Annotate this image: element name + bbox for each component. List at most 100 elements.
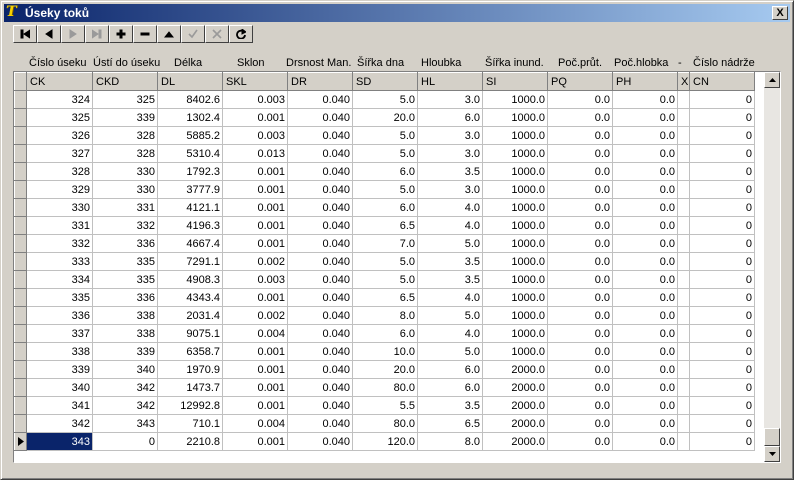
cell-ph[interactable]: 0.0 (612, 198, 678, 217)
cell-si[interactable]: 1000.0 (482, 342, 548, 361)
cell-cn[interactable]: 0 (689, 180, 755, 199)
cell-x[interactable] (677, 144, 690, 163)
table-row[interactable]: 335 336 4343.4 0.001 0.040 6.5 4.0 1000.0 0.0 0.0… (14, 288, 755, 307)
column-header-hl[interactable]: HL (417, 72, 483, 91)
table-row[interactable]: 338 339 6358.7 0.001 0.040 10.0 5.0 1000.0 0.0 0.… (14, 342, 755, 361)
cell-cn[interactable]: 0 (689, 432, 755, 451)
cell-si[interactable]: 2000.0 (482, 414, 548, 433)
cell-ck[interactable]: 328 (26, 162, 93, 181)
scroll-up-button[interactable] (764, 72, 780, 88)
cell-sd[interactable]: 5.0 (352, 126, 418, 145)
cell-dl[interactable]: 3777.9 (157, 180, 223, 199)
title-bar[interactable]: T Úseky toků X (4, 4, 790, 22)
table-row[interactable]: 341 342 12992.8 0.001 0.040 5.5 3.5 2000.0 0.0 0.… (14, 396, 755, 415)
cell-si[interactable]: 1000.0 (482, 252, 548, 271)
cell-ckd[interactable]: 332 (92, 216, 158, 235)
cell-dr[interactable]: 0.040 (287, 342, 353, 361)
cell-sd[interactable]: 5.0 (352, 144, 418, 163)
cell-cn[interactable]: 0 (689, 378, 755, 397)
cell-ph[interactable]: 0.0 (612, 342, 678, 361)
cell-ck[interactable]: 343 (26, 432, 93, 451)
cell-x[interactable] (677, 432, 690, 451)
cell-dr[interactable]: 0.040 (287, 90, 353, 109)
row-indicator[interactable] (14, 252, 27, 271)
cell-si[interactable]: 2000.0 (482, 432, 548, 451)
table-row[interactable]: 336 338 2031.4 0.002 0.040 8.0 5.0 1000.0 0.0 0.0… (14, 306, 755, 325)
column-header-ph[interactable]: PH (612, 72, 678, 91)
cell-ck[interactable]: 332 (26, 234, 93, 253)
cell-pq[interactable]: 0.0 (547, 180, 613, 199)
cell-skl[interactable]: 0.001 (222, 396, 288, 415)
cell-sd[interactable]: 10.0 (352, 342, 418, 361)
cell-si[interactable]: 1000.0 (482, 198, 548, 217)
cell-x[interactable] (677, 378, 690, 397)
cell-si[interactable]: 1000.0 (482, 306, 548, 325)
cell-sd[interactable]: 120.0 (352, 432, 418, 451)
cell-ck[interactable]: 336 (26, 306, 93, 325)
cell-hl[interactable]: 5.0 (417, 234, 483, 253)
cell-cn[interactable]: 0 (689, 270, 755, 289)
cell-pq[interactable]: 0.0 (547, 270, 613, 289)
cell-ck[interactable]: 333 (26, 252, 93, 271)
cell-hl[interactable]: 8.0 (417, 432, 483, 451)
cell-ckd[interactable]: 335 (92, 252, 158, 271)
cell-sd[interactable]: 6.0 (352, 324, 418, 343)
cell-pq[interactable]: 0.0 (547, 432, 613, 451)
table-row[interactable]: 324 325 8402.6 0.003 0.040 5.0 3.0 1000.0 0.0 0.0… (14, 90, 755, 109)
table-row[interactable]: 332 336 4667.4 0.001 0.040 7.0 5.0 1000.0 0.0 0.0… (14, 234, 755, 253)
cell-skl[interactable]: 0.001 (222, 342, 288, 361)
cell-x[interactable] (677, 162, 690, 181)
cell-dr[interactable]: 0.040 (287, 108, 353, 127)
post-record-button[interactable] (181, 25, 205, 43)
cell-dl[interactable]: 2210.8 (157, 432, 223, 451)
cell-pq[interactable]: 0.0 (547, 144, 613, 163)
cell-skl[interactable]: 0.002 (222, 306, 288, 325)
table-row[interactable]: 329 330 3777.9 0.001 0.040 5.0 3.0 1000.0 0.0 0.0… (14, 180, 755, 199)
cell-cn[interactable]: 0 (689, 252, 755, 271)
cell-ckd[interactable]: 339 (92, 108, 158, 127)
close-button[interactable]: X (772, 6, 788, 20)
cell-x[interactable] (677, 396, 690, 415)
cell-skl[interactable]: 0.003 (222, 126, 288, 145)
cell-pq[interactable]: 0.0 (547, 198, 613, 217)
cell-dr[interactable]: 0.040 (287, 414, 353, 433)
cell-x[interactable] (677, 252, 690, 271)
cell-pq[interactable]: 0.0 (547, 396, 613, 415)
cell-cn[interactable]: 0 (689, 108, 755, 127)
table-row[interactable]: 326 328 5885.2 0.003 0.040 5.0 3.0 1000.0 0.0 0.0… (14, 126, 755, 145)
cell-sd[interactable]: 80.0 (352, 414, 418, 433)
table-row[interactable]: 343 0 2210.8 0.001 0.040 120.0 8.0 2000.0 0.0 0.0… (14, 432, 755, 451)
table-row[interactable]: 325 339 1302.4 0.001 0.040 20.0 6.0 1000.0 0.0 0.… (14, 108, 755, 127)
cell-dr[interactable]: 0.040 (287, 360, 353, 379)
cell-hl[interactable]: 4.0 (417, 324, 483, 343)
cell-sd[interactable]: 5.0 (352, 270, 418, 289)
cell-x[interactable] (677, 198, 690, 217)
cell-dl[interactable]: 12992.8 (157, 396, 223, 415)
column-header-dr[interactable]: DR (287, 72, 353, 91)
cell-hl[interactable]: 3.0 (417, 126, 483, 145)
cell-ckd[interactable]: 339 (92, 342, 158, 361)
cell-ph[interactable]: 0.0 (612, 162, 678, 181)
cell-dl[interactable]: 4196.3 (157, 216, 223, 235)
cell-skl[interactable]: 0.001 (222, 108, 288, 127)
row-indicator[interactable] (14, 414, 27, 433)
cell-ckd[interactable]: 330 (92, 162, 158, 181)
column-header-cn[interactable]: CN (689, 72, 755, 91)
cell-ph[interactable]: 0.0 (612, 378, 678, 397)
cell-sd[interactable]: 5.0 (352, 90, 418, 109)
cell-dl[interactable]: 8402.6 (157, 90, 223, 109)
cell-si[interactable]: 2000.0 (482, 396, 548, 415)
cell-hl[interactable]: 4.0 (417, 216, 483, 235)
cell-pq[interactable]: 0.0 (547, 162, 613, 181)
cell-ph[interactable]: 0.0 (612, 216, 678, 235)
cell-si[interactable]: 1000.0 (482, 144, 548, 163)
cell-ckd[interactable]: 335 (92, 270, 158, 289)
cell-hl[interactable]: 5.0 (417, 342, 483, 361)
table-row[interactable]: 333 335 7291.1 0.002 0.040 5.0 3.5 1000.0 0.0 0.0… (14, 252, 755, 271)
cell-cn[interactable]: 0 (689, 288, 755, 307)
cell-x[interactable] (677, 126, 690, 145)
insert-record-button[interactable] (109, 25, 133, 43)
cell-sd[interactable]: 6.0 (352, 162, 418, 181)
cell-x[interactable] (677, 288, 690, 307)
cell-x[interactable] (677, 360, 690, 379)
